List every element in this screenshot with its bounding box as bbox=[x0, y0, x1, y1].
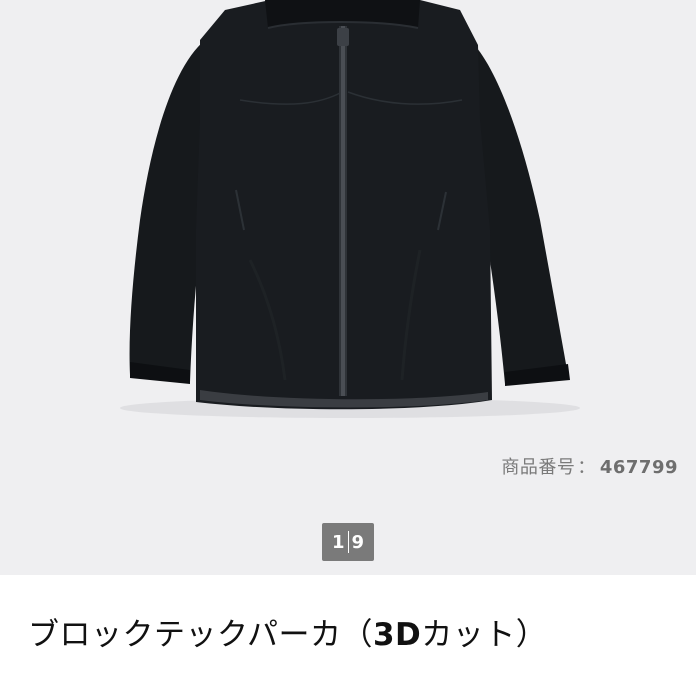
product-code-separator: ： bbox=[577, 457, 596, 478]
product-image-area[interactable]: 商品番号 ： 467799 1 9 bbox=[0, 0, 696, 575]
product-photo[interactable] bbox=[0, 0, 696, 575]
product-title: ブロックテックパーカ（3Dカット） bbox=[28, 609, 547, 654]
product-title-main: ブロックテックパーカ bbox=[28, 617, 342, 653]
product-code-label: 商品番号 bbox=[501, 457, 576, 478]
product-code: 商品番号 ： 467799 bbox=[501, 453, 678, 479]
pager-divider bbox=[347, 531, 349, 553]
product-code-value: 467799 bbox=[599, 457, 678, 478]
pager-current: 1 bbox=[331, 531, 345, 553]
product-title-open-paren: （ bbox=[341, 617, 373, 653]
product-title-area: ブロックテックパーカ（3Dカット） bbox=[0, 575, 696, 696]
product-title-bold: 3D bbox=[372, 617, 422, 653]
product-title-rest: カット） bbox=[421, 617, 548, 653]
image-pager[interactable]: 1 9 bbox=[322, 523, 374, 561]
pager-total: 9 bbox=[351, 531, 365, 553]
